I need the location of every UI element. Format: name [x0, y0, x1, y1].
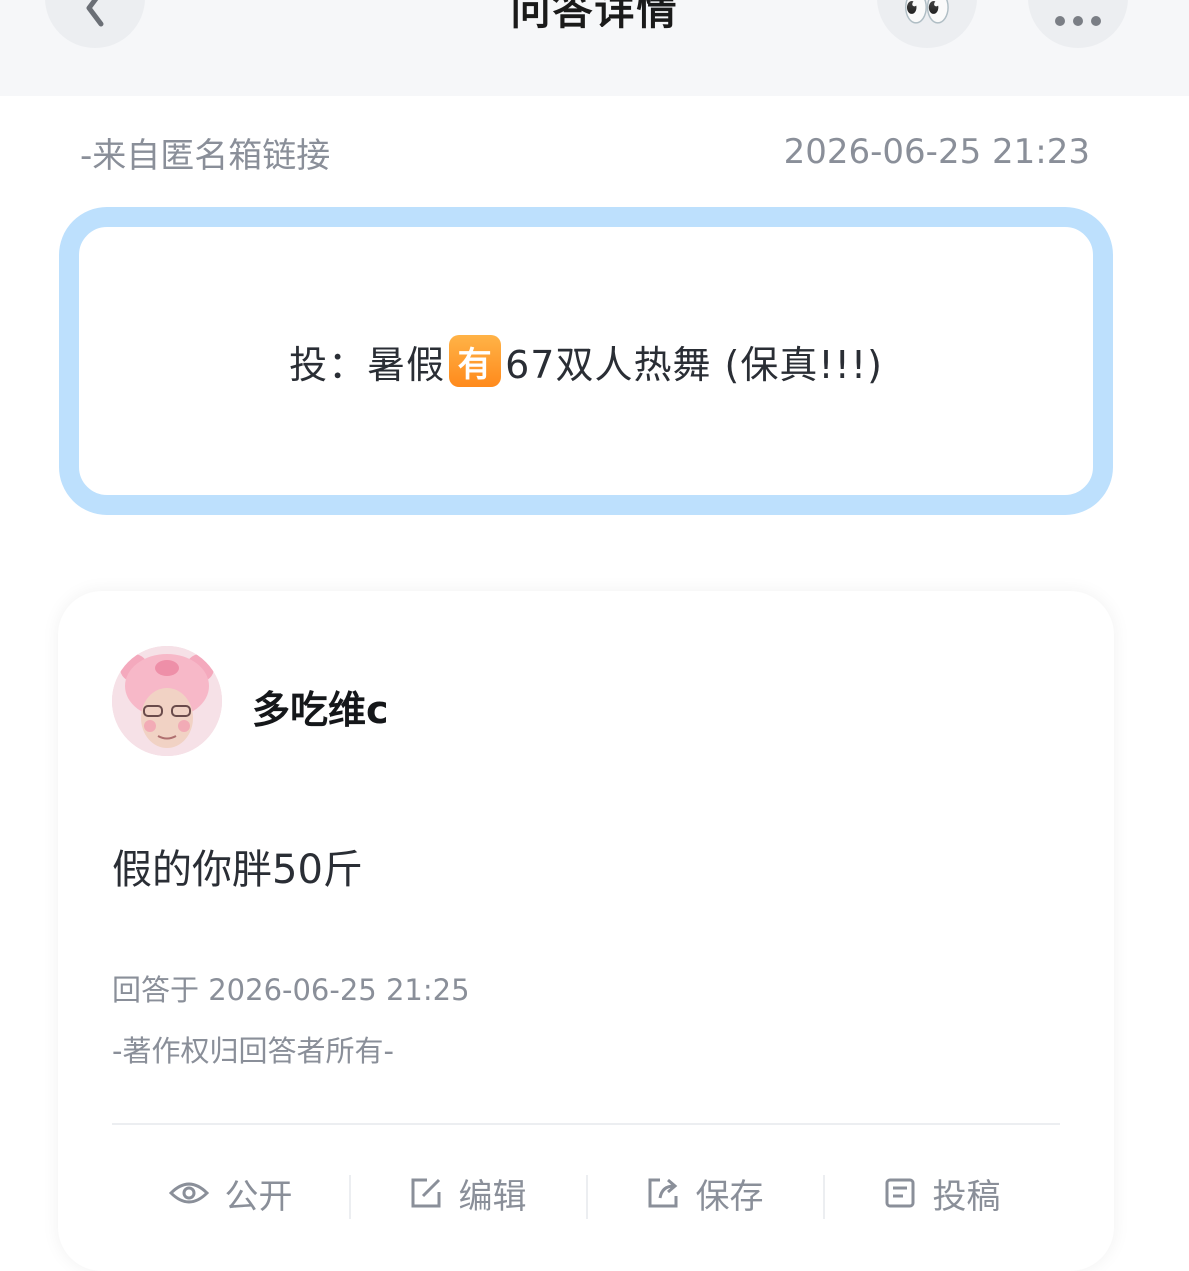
edit-icon	[411, 1178, 440, 1208]
divider	[112, 1123, 1060, 1125]
page-title: 问答详情	[510, 0, 679, 34]
action-bar: 公开 编辑 保存 投稿	[112, 1163, 1060, 1223]
top-bar: 问答详情 👀	[0, 0, 1189, 96]
avatar[interactable]	[112, 646, 222, 756]
submit-label: 投稿	[932, 1176, 1001, 1217]
question-source: -来自匿名箱链接	[80, 135, 331, 176]
eye-icon	[168, 1182, 209, 1204]
public-button[interactable]: 公开	[112, 1169, 349, 1218]
question-card: 投：暑假 有 67双人热舞 (保真!!!)	[59, 207, 1113, 515]
edit-label: 编辑	[458, 1176, 527, 1217]
pig-hat-avatar-icon	[112, 646, 222, 756]
you-emoji-icon: 有	[449, 335, 502, 387]
answer-text: 假的你胖50斤	[112, 847, 363, 893]
question-text-after: 67双人热舞 (保真!!!)	[505, 342, 883, 387]
copyright-note: -著作权归回答者所有-	[112, 1034, 394, 1068]
save-button[interactable]: 保存	[586, 1169, 823, 1219]
edit-button[interactable]: 编辑	[349, 1169, 586, 1219]
eyes-icon: 👀	[902, 0, 952, 31]
submit-icon	[885, 1178, 914, 1208]
more-button[interactable]	[1028, 0, 1128, 48]
eyes-button[interactable]: 👀	[877, 0, 977, 48]
share-icon	[648, 1178, 677, 1208]
answer-card: 多吃维c 假的你胖50斤 回答于 2026-06-25 21:25 -著作权归回…	[58, 591, 1114, 1271]
submit-button[interactable]: 投稿	[823, 1169, 1060, 1219]
answerer-name[interactable]: 多吃维c	[252, 679, 389, 734]
answer-time: 回答于 2026-06-25 21:25	[112, 973, 470, 1007]
question-timestamp: 2026-06-25 21:23	[783, 132, 1090, 172]
question-text-before: 投：暑假	[289, 342, 446, 387]
question-meta: -来自匿名箱链接 2026-06-25 21:23	[80, 130, 1090, 176]
public-label: 公开	[224, 1176, 293, 1217]
save-label: 保存	[695, 1176, 764, 1217]
more-dots-icon	[1055, 16, 1101, 26]
question-text: 投：暑假 有 67双人热舞 (保真!!!)	[289, 334, 883, 389]
